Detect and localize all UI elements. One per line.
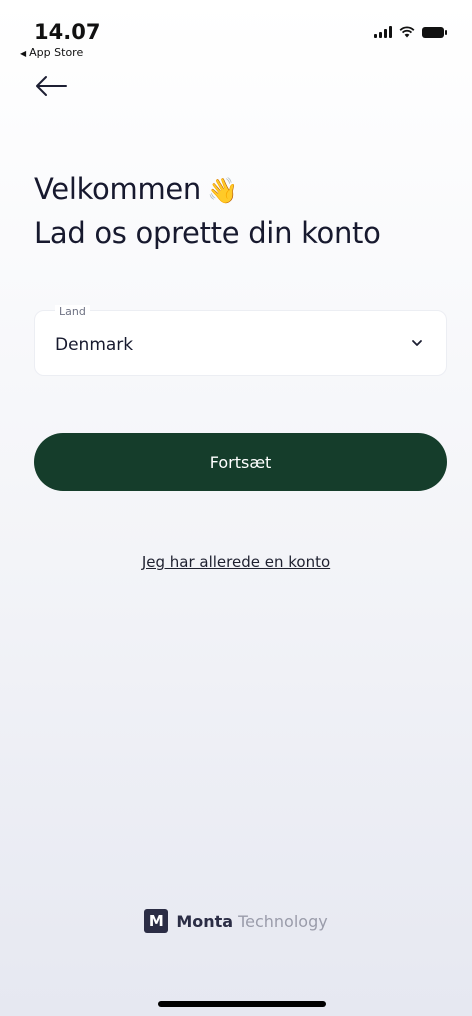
brand-suffix: Technology [238, 911, 328, 931]
page-subtitle: Lad os oprette din konto [34, 216, 381, 250]
title-text: Velkommen [34, 172, 202, 206]
chevron-down-icon [412, 340, 422, 346]
footer-brand: M Monta Technology [0, 909, 472, 933]
back-triangle-icon: ◀ [20, 49, 27, 58]
back-to-app-link[interactable]: ◀ App Store [20, 46, 83, 59]
signal-icon [374, 26, 392, 38]
home-indicator[interactable] [158, 1001, 326, 1007]
country-field-label: Land [55, 305, 90, 318]
waving-hand-icon: 👋 [207, 176, 238, 205]
status-time: 14.07 [34, 20, 101, 44]
page-title: Velkommen 👋 [34, 172, 238, 206]
existing-account-link[interactable]: Jeg har allerede en konto [0, 553, 472, 571]
country-field-value: Denmark [55, 335, 134, 355]
monta-logo-icon: M [144, 909, 169, 933]
back-app-label: App Store [29, 46, 84, 59]
back-button[interactable] [34, 70, 74, 102]
battery-icon [422, 26, 447, 38]
brand-name: Monta [176, 911, 234, 931]
status-bar: 14.07 ◀ App Store [0, 0, 472, 70]
status-icons [374, 26, 447, 38]
wifi-icon [399, 26, 415, 38]
arrow-left-icon [36, 76, 67, 96]
continue-button[interactable]: Fortsæt [34, 433, 447, 491]
country-select[interactable]: Land Denmark [34, 305, 447, 376]
